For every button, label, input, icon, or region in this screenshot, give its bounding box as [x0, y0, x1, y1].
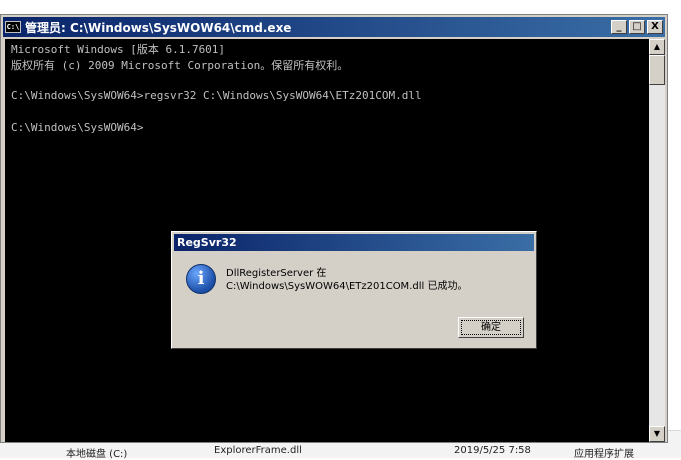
maximize-button[interactable]: □ — [629, 20, 645, 34]
bg-drive-label: 本地磁盘 (C:) — [66, 449, 128, 460]
cmd-window: C:\ 管理员: C:\Windows\SysWOW64\cmd.exe _ □… — [0, 14, 668, 443]
vertical-scrollbar[interactable]: ▲ ▼ — [649, 39, 665, 442]
cmd-window-title: 管理员: C:\Windows\SysWOW64\cmd.exe — [25, 20, 292, 35]
scrollbar-thumb[interactable] — [649, 55, 665, 85]
info-icon: i — [186, 264, 216, 294]
ok-button[interactable]: 确定 — [458, 317, 524, 338]
dialog-message-line-2: C:\Windows\SysWOW64\ETz201COM.dll 已成功。 — [226, 281, 468, 292]
console-line: C:\Windows\SysWOW64> — [11, 121, 144, 134]
bg-file-name: ExplorerFrame.dll — [214, 445, 302, 456]
cmd-titlebar[interactable]: C:\ 管理员: C:\Windows\SysWOW64\cmd.exe _ □… — [3, 17, 665, 37]
console-line: 版权所有 (c) 2009 Microsoft Corporation。保留所有… — [11, 59, 349, 72]
console-line: C:\Windows\SysWOW64>regsvr32 C:\Windows\… — [11, 89, 422, 102]
minimize-button[interactable]: _ — [611, 20, 627, 34]
scroll-up-button[interactable]: ▲ — [649, 39, 665, 55]
close-button[interactable]: X — [647, 20, 663, 34]
regsvr32-dialog: RegSvr32 i DllRegisterServer 在 C:\Window… — [171, 231, 537, 349]
console-line: Microsoft Windows [版本 6.1.7601] — [11, 43, 226, 56]
dialog-title[interactable]: RegSvr32 — [174, 234, 534, 251]
dialog-message: DllRegisterServer 在 C:\Windows\SysWOW64\… — [226, 267, 467, 293]
bg-file-date: 2019/5/25 7:58 — [454, 445, 531, 456]
bg-file-type: 应用程序扩展 — [574, 449, 634, 460]
scroll-down-button[interactable]: ▼ — [649, 426, 665, 442]
dialog-message-line-1: DllRegisterServer 在 — [226, 268, 327, 279]
cmd-app-icon: C:\ — [5, 21, 21, 33]
